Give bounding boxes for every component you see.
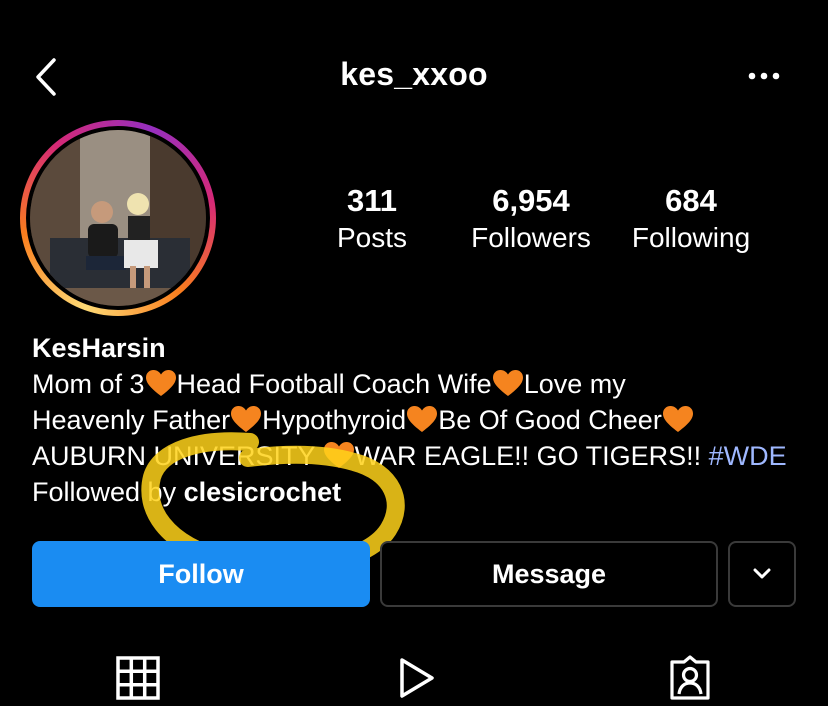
followers-count: 6,954 — [492, 183, 570, 218]
orange-heart-icon — [231, 406, 262, 432]
avatar-photo — [30, 130, 206, 306]
bio-text: Hypothyroid — [262, 405, 407, 435]
following-label: Following — [631, 222, 751, 253]
followed-by-user-link[interactable]: clesicrochet — [184, 477, 342, 507]
bio-text: Love my — [523, 369, 626, 399]
stat-posts[interactable]: 311 Posts — [287, 182, 457, 256]
profile-username: kes_xxoo — [340, 56, 488, 92]
chevron-down-icon — [753, 568, 771, 579]
bio-line-1: Mom of 3 Head Football Coach Wife Love my — [32, 366, 812, 402]
bio-text: AUBURN UNIVERSITY — [32, 441, 323, 471]
bio-text: Be Of Good Cheer — [438, 405, 662, 435]
orange-heart-icon — [662, 406, 693, 432]
posts-count: 311 — [346, 183, 397, 218]
suggested-accounts-button[interactable] — [728, 541, 796, 607]
bio-text: Heavenly Father — [32, 405, 231, 435]
stat-following[interactable]: 684 Following — [606, 182, 776, 256]
reels-play-icon[interactable] — [392, 654, 440, 702]
message-button[interactable]: Message — [380, 541, 718, 607]
orange-heart-icon — [145, 370, 176, 396]
bio-text: WAR EAGLE!! GO TIGERS!! — [354, 441, 709, 471]
hashtag-link[interactable]: #WDE — [709, 441, 787, 471]
followed-by-prefix: Followed by — [32, 477, 184, 507]
following-count: 684 — [665, 183, 717, 218]
bio-line-2: Heavenly Father Hypothyroid Be Of Good Che… — [32, 402, 812, 438]
profile-display-name: KesHarsin — [32, 333, 166, 363]
bio-text: Head Football Coach Wife — [176, 369, 492, 399]
stat-followers[interactable]: 6,954 Followers — [446, 182, 616, 256]
profile-avatar[interactable] — [20, 120, 216, 316]
orange-heart-icon — [492, 370, 523, 396]
profile-bio: KesHarsin Mom of 3 Head Football Coach Wi… — [32, 330, 812, 510]
bio-line-3: AUBURN UNIVERSITY WAR EAGLE!! GO TIGERS!… — [32, 438, 812, 474]
orange-heart-icon — [407, 406, 438, 432]
follow-button[interactable]: Follow — [32, 541, 370, 607]
more-options-icon[interactable] — [744, 64, 784, 88]
grid-icon[interactable] — [114, 654, 162, 702]
orange-heart-icon — [323, 442, 354, 468]
followers-label: Followers — [471, 222, 591, 253]
followed-by-line[interactable]: Followed by clesicrochet — [32, 474, 812, 510]
bio-text: Mom of 3 — [32, 369, 145, 399]
posts-label: Posts — [336, 222, 408, 253]
tagged-person-icon[interactable] — [666, 654, 714, 702]
